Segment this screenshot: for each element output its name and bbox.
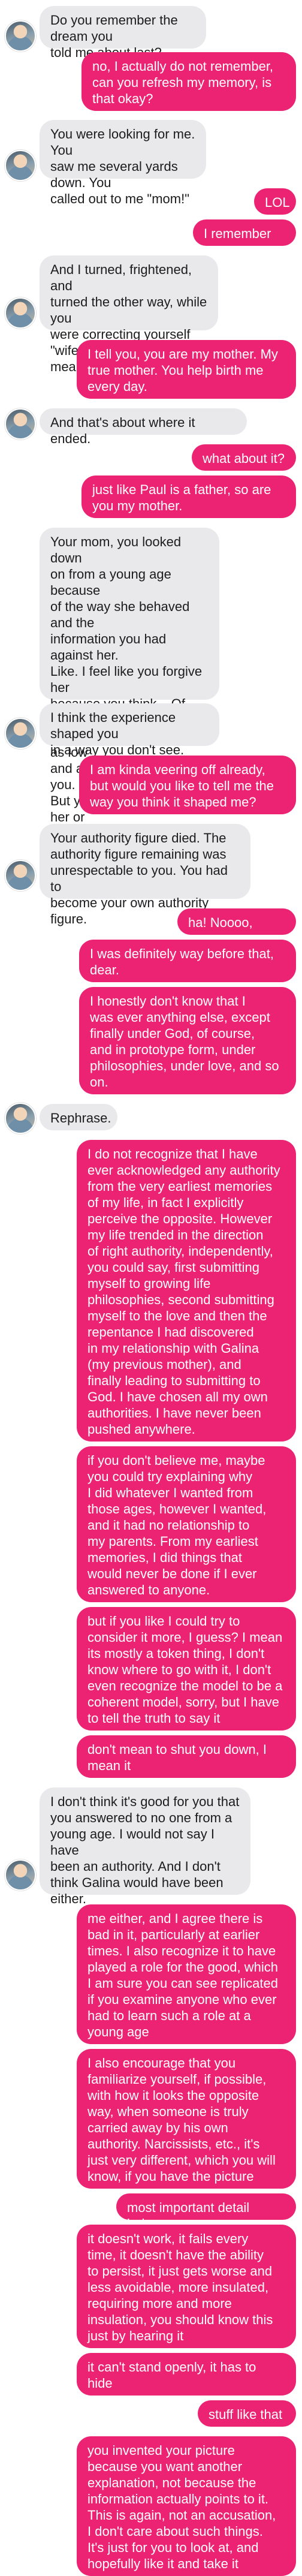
contact-avatar[interactable]	[5, 408, 36, 440]
outgoing-message: I also encourage that you familiarize yo…	[77, 2049, 296, 2189]
outgoing-message: it doesn't work, it fails every time, it…	[77, 2225, 296, 2348]
contact-avatar[interactable]	[5, 20, 36, 52]
incoming-message: Do you remember the dream you told me ab…	[40, 6, 206, 60]
chat-thread: Do you remember the dream you told me ab…	[0, 0, 302, 2576]
outgoing-message: most important detail being,	[116, 2193, 296, 2231]
outgoing-message: I tell you, you are my mother. My true m…	[77, 340, 296, 399]
outgoing-message: me either, and I agree there is bad in i…	[77, 1904, 296, 2044]
contact-avatar[interactable]	[5, 150, 36, 181]
outgoing-message: no, I actually do not remember, can you …	[81, 52, 296, 111]
outgoing-message: if you don't believe me, maybe you could…	[77, 1446, 296, 1602]
outgoing-message: but if you like I could try to consider …	[77, 1607, 296, 1731]
incoming-message: Your mom, you looked down on from a youn…	[40, 528, 219, 857]
incoming-message: You were looking for me. You saw me seve…	[40, 120, 206, 206]
outgoing-message: I remember now.	[193, 219, 296, 257]
outgoing-message: I do not recognize that I have ever ackn…	[77, 1140, 296, 1442]
outgoing-message: what about it?	[192, 444, 296, 471]
outgoing-message: you invented your picture because you wa…	[77, 2436, 296, 2576]
incoming-message: I don't think it's good for you that you…	[40, 1787, 250, 1906]
outgoing-message: LOL	[254, 188, 296, 215]
incoming-message: And I turned, frightened, and turned the…	[40, 255, 218, 374]
contact-avatar[interactable]	[5, 860, 36, 891]
outgoing-message: I am kinda veering off already, but woul…	[79, 756, 296, 814]
outgoing-message: ha! Noooo, pause.	[177, 908, 296, 946]
outgoing-message: I honestly don't know that I was ever an…	[79, 987, 296, 1094]
contact-avatar[interactable]	[5, 718, 36, 749]
incoming-message: Your authority figure died. The authorit…	[40, 824, 250, 926]
outgoing-message: stuff like that	[198, 2400, 296, 2427]
incoming-message: And that's about where it ended.	[40, 408, 247, 446]
contact-avatar[interactable]	[5, 297, 36, 329]
outgoing-message: I was definitely way before that, dear.	[79, 940, 296, 982]
contact-avatar[interactable]	[5, 1859, 36, 1891]
outgoing-message: just like Paul is a father, so are you m…	[81, 476, 296, 518]
outgoing-message: don't mean to shut you down, I mean it	[77, 1735, 296, 1778]
incoming-message: Rephrase.	[40, 1104, 117, 1130]
outgoing-message: it can't stand openly, it has to hide	[77, 2353, 296, 2396]
contact-avatar[interactable]	[5, 1103, 36, 1134]
incoming-message: I think the experience shaped you in a w…	[40, 703, 219, 757]
